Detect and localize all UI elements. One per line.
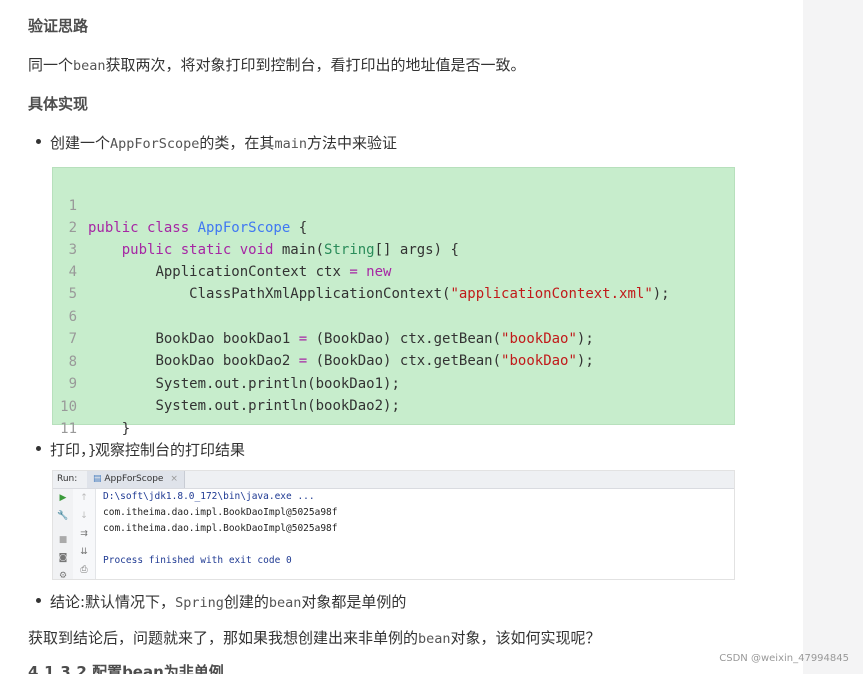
code-token: = <box>298 331 308 347</box>
text: 结论:默认情况下， <box>50 593 176 611</box>
code-line: 8 System.out.println(bookDao1); <box>53 329 400 392</box>
text: 创建一个 <box>50 134 111 152</box>
code-token: AppForScope <box>197 220 291 236</box>
code-token: System.out.println(bookDao2); <box>155 398 400 414</box>
inline-code-spring: Spring <box>175 595 224 611</box>
code-line: 6 BookDao bookDao1 = (BookDao) ctx.getBe… <box>53 284 594 347</box>
page-margin <box>803 0 863 674</box>
text: 创建的 <box>223 593 269 611</box>
bullet-print: 打印，观察控制台的打印结果 <box>36 439 245 460</box>
code-token: public static <box>121 242 240 258</box>
code-line: 2 public static void main(String[] args)… <box>53 195 459 258</box>
code-line: 1 public class AppForScope { <box>53 173 308 236</box>
text: 的类，在其 <box>199 134 275 152</box>
bullet-conclusion: 结论:默认情况下，Spring创建的bean对象都是单例的 <box>36 591 406 612</box>
text: 获取两次，将对象打印到控制台，看打印出的地址值是否一致。 <box>105 56 526 74</box>
inline-code-bean: bean <box>418 631 451 647</box>
code-token: "applicationContext.xml" <box>450 286 653 302</box>
soft-wrap-icon[interactable]: ⇉ <box>74 529 94 539</box>
code-line: 5 <box>53 261 104 302</box>
inline-code-class: AppForScope <box>110 136 200 152</box>
code-token: = <box>298 353 308 369</box>
arrow-up-icon[interactable]: ↑ <box>74 493 94 503</box>
bullet-dot <box>36 139 41 144</box>
code-line: 10 } <box>53 374 130 437</box>
settings-icon[interactable]: ⚙ <box>53 571 73 579</box>
code-line: 4 ClassPathXmlApplicationContext("applic… <box>53 239 670 302</box>
bullet-dot <box>36 598 41 603</box>
console-line: com.itheima.dao.impl.BookDaoImpl@5025a98… <box>103 507 338 518</box>
inline-code-bean: bean <box>73 58 106 74</box>
code-line: 7 BookDao bookDao2 = (BookDao) ctx.getBe… <box>53 306 594 369</box>
inline-code-bean: bean <box>268 595 302 611</box>
csdn-watermark: CSDN @weixin_47994845 <box>719 653 849 664</box>
inline-code-main: main <box>274 136 307 152</box>
article-body: 验证思路 同一个bean获取两次，将对象打印到控制台，看打印出的地址值是否一致。… <box>0 0 803 674</box>
run-label: Run: <box>57 474 78 484</box>
text: 获取到结论后，问题就来了，那如果我想创建出来非单例的 <box>28 629 419 647</box>
code-token: ClassPathXmlApplicationContext( <box>189 286 451 302</box>
code-token: "bookDao" <box>501 353 577 369</box>
console-screenshot: Run: ▤ AppForScope × ▶ 🔧 ■ ◙ ⚙ ↑ ↓ ⇉ ⇊ ⎙… <box>52 470 735 580</box>
code-token: } <box>121 421 131 437</box>
code-token: { <box>290 220 308 236</box>
code-token: main( <box>273 242 325 258</box>
arrow-down-icon[interactable]: ↓ <box>74 511 94 521</box>
code-token: [] args) { <box>374 242 459 258</box>
text: 对象都是单例的 <box>301 593 407 611</box>
console-line: D:\soft\jdk1.8.0_172\bin\java.exe ... <box>103 491 315 502</box>
code-block[interactable]: 1 public class AppForScope { 2 public st… <box>52 167 735 459</box>
wrench-icon[interactable]: 🔧 <box>53 511 73 521</box>
code-token: void <box>239 242 274 258</box>
scroll-end-icon[interactable]: ⇊ <box>74 547 94 557</box>
run-actions-gutter: ▶ 🔧 ■ ◙ ⚙ <box>53 489 74 579</box>
code-line: 3 ApplicationContext ctx = new <box>53 217 392 280</box>
code-token: (BookDao) ctx.getBean( <box>307 353 502 369</box>
print-icon[interactable]: ⎙ <box>74 565 94 575</box>
code-token: ); <box>576 331 594 347</box>
code-token: "bookDao" <box>501 331 577 347</box>
code-token: ApplicationContext ctx <box>155 264 350 280</box>
console-line: Process finished with exit code 0 <box>103 555 292 566</box>
code-token: BookDao bookDao1 <box>155 331 299 347</box>
text: 同一个 <box>28 56 74 74</box>
code-line: 11 } <box>53 396 104 459</box>
code-token: (BookDao) ctx.getBean( <box>307 331 502 347</box>
section-heading-verify: 验证思路 <box>28 17 89 35</box>
question-paragraph: 获取到结论后，问题就来了，那如果我想创建出来非单例的bean对象，该如何实现呢？ <box>28 627 601 648</box>
close-icon[interactable]: × <box>170 474 178 484</box>
code-token: System.out.println(bookDao1); <box>155 376 400 392</box>
code-token: ); <box>652 286 670 302</box>
line-number: 11 <box>60 421 77 437</box>
java-file-icon: ▤ <box>93 474 102 484</box>
text: 打印，观察控制台的打印结果 <box>50 441 246 459</box>
run-toolbar: Run: ▤ AppForScope × <box>53 471 734 489</box>
code-token: String <box>324 242 375 258</box>
code-token: new <box>366 264 392 280</box>
run-icon[interactable]: ▶ <box>53 493 73 503</box>
text: 对象，该如何实现呢？ <box>450 629 601 647</box>
code-token: BookDao bookDao2 <box>155 353 299 369</box>
code-line: 9 System.out.println(bookDao2); <box>53 351 400 414</box>
section-heading-impl: 具体实现 <box>28 95 89 113</box>
camera-icon[interactable]: ◙ <box>53 553 73 563</box>
bullet-dot <box>36 446 41 451</box>
run-tab[interactable]: ▤ AppForScope × <box>87 471 185 488</box>
console-line: com.itheima.dao.impl.BookDaoImpl@5025a98… <box>103 523 338 534</box>
verify-paragraph: 同一个bean获取两次，将对象打印到控制台，看打印出的地址值是否一致。 <box>28 54 526 75</box>
stop-icon[interactable]: ■ <box>53 535 73 545</box>
run-tab-label: AppForScope <box>104 474 164 484</box>
next-section-heading: 4.1.3.2 配置bean为非单例 <box>28 663 224 674</box>
text: 方法中来验证 <box>306 134 397 152</box>
bullet-create-class: 创建一个AppForScope的类，在其main方法中来验证 <box>36 132 397 153</box>
console-actions-gutter: ↑ ↓ ⇉ ⇊ ⎙ <box>73 489 96 579</box>
code-token: public class <box>88 220 198 236</box>
code-token: = <box>349 264 367 280</box>
code-token: ); <box>576 353 594 369</box>
